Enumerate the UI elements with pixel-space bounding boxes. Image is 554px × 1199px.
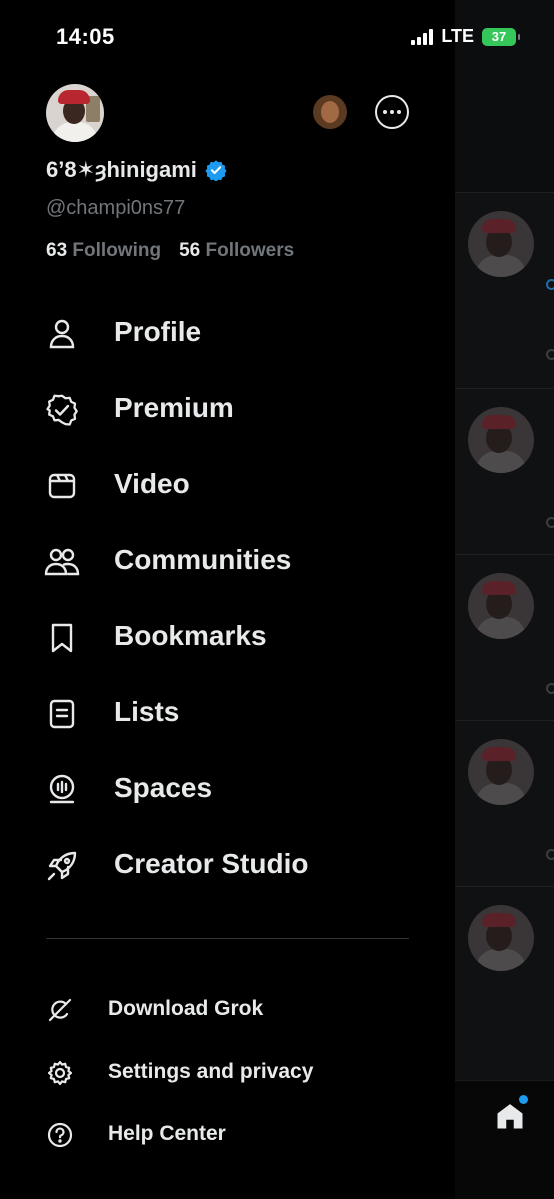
post-avatar[interactable]	[468, 407, 534, 473]
display-name-row[interactable]: 6’8✶ȝhinigami	[46, 157, 227, 183]
switch-account-avatar[interactable]	[313, 95, 347, 129]
menu-label: Creator Studio	[114, 848, 309, 879]
bookmark-icon	[51, 623, 73, 653]
avatar[interactable]	[46, 84, 104, 142]
notification-dot	[519, 1095, 528, 1104]
menu-item-lists[interactable]: Lists	[0, 680, 455, 744]
menu-item-spaces[interactable]: Spaces	[0, 756, 455, 820]
timeline-background[interactable]	[455, 0, 554, 1199]
verified-badge-icon	[205, 160, 227, 181]
video-icon	[48, 473, 76, 499]
battery-level: 37	[491, 29, 507, 44]
timeline-post[interactable]	[455, 192, 554, 360]
navigation-drawer: 6’8✶ȝhinigami @champi0ns77 63 Following …	[0, 0, 455, 1199]
status-time: 14:05	[56, 24, 115, 49]
home-icon[interactable]	[495, 1101, 525, 1131]
followers-link[interactable]: 56 Followers	[179, 240, 294, 262]
timeline-post[interactable]	[455, 388, 554, 554]
menu-item-profile[interactable]: Profile	[0, 300, 455, 364]
menu-item-communities[interactable]: Communities	[0, 528, 455, 592]
menu-label: Settings and privacy	[108, 1060, 314, 1083]
menu-item-download-grok[interactable]: Download Grok	[0, 984, 455, 1034]
status-indicators: LTE 37	[411, 26, 520, 47]
timeline-post[interactable]	[455, 720, 554, 886]
menu-label: Bookmarks	[114, 620, 267, 651]
menu-item-help-center[interactable]: Help Center	[0, 1109, 455, 1159]
menu-label: Communities	[114, 544, 292, 575]
spaces-icon	[49, 774, 75, 804]
following-count: 63	[46, 240, 68, 261]
grok-icon	[48, 998, 72, 1022]
menu-item-bookmarks[interactable]: Bookmarks	[0, 604, 455, 668]
bottom-nav	[455, 1080, 554, 1199]
timeline-post[interactable]	[455, 886, 554, 1052]
verified-icon	[546, 279, 554, 290]
timeline-post[interactable]	[455, 554, 554, 720]
signal-icon	[411, 28, 434, 45]
menu-label: Profile	[114, 316, 202, 347]
followers-count: 56	[179, 240, 201, 261]
followers-label: Followers	[205, 240, 295, 261]
reply-icon[interactable]	[546, 683, 554, 694]
verified-badge-icon	[46, 394, 78, 426]
communities-icon	[44, 548, 80, 576]
reply-icon[interactable]	[546, 849, 554, 860]
user-handle: @champi0ns77	[46, 197, 186, 219]
menu-label: Video	[114, 468, 190, 499]
network-type: LTE	[441, 26, 474, 46]
menu-item-settings[interactable]: Settings and privacy	[0, 1047, 455, 1097]
menu-label: Lists	[114, 696, 180, 727]
list-icon	[49, 699, 75, 729]
post-avatar[interactable]	[468, 739, 534, 805]
menu-label: Spaces	[114, 772, 213, 803]
status-bar: 14:05 LTE 37	[0, 0, 554, 70]
help-icon	[47, 1122, 73, 1148]
menu-divider	[46, 938, 409, 939]
menu-item-video[interactable]: Video	[0, 452, 455, 516]
menu-label: Download Grok	[108, 997, 264, 1020]
more-accounts-button[interactable]	[375, 95, 409, 129]
following-link[interactable]: 63 Following	[46, 240, 161, 262]
menu-label: Help Center	[108, 1122, 226, 1145]
post-avatar[interactable]	[468, 211, 534, 277]
person-icon	[49, 319, 75, 349]
post-avatar[interactable]	[468, 905, 534, 971]
post-avatar[interactable]	[468, 573, 534, 639]
rocket-icon	[47, 851, 77, 881]
follow-stats: 63 Following 56 Followers	[46, 240, 294, 262]
reply-icon[interactable]	[546, 349, 554, 360]
gear-icon	[47, 1060, 73, 1086]
battery-icon: 37	[482, 27, 520, 46]
reply-icon[interactable]	[546, 517, 554, 528]
following-label: Following	[72, 240, 162, 261]
display-name: 6’8✶ȝhinigami	[46, 157, 197, 182]
menu-item-creator-studio[interactable]: Creator Studio	[0, 832, 455, 896]
menu-item-premium[interactable]: Premium	[0, 376, 455, 440]
menu-label: Premium	[114, 392, 234, 423]
